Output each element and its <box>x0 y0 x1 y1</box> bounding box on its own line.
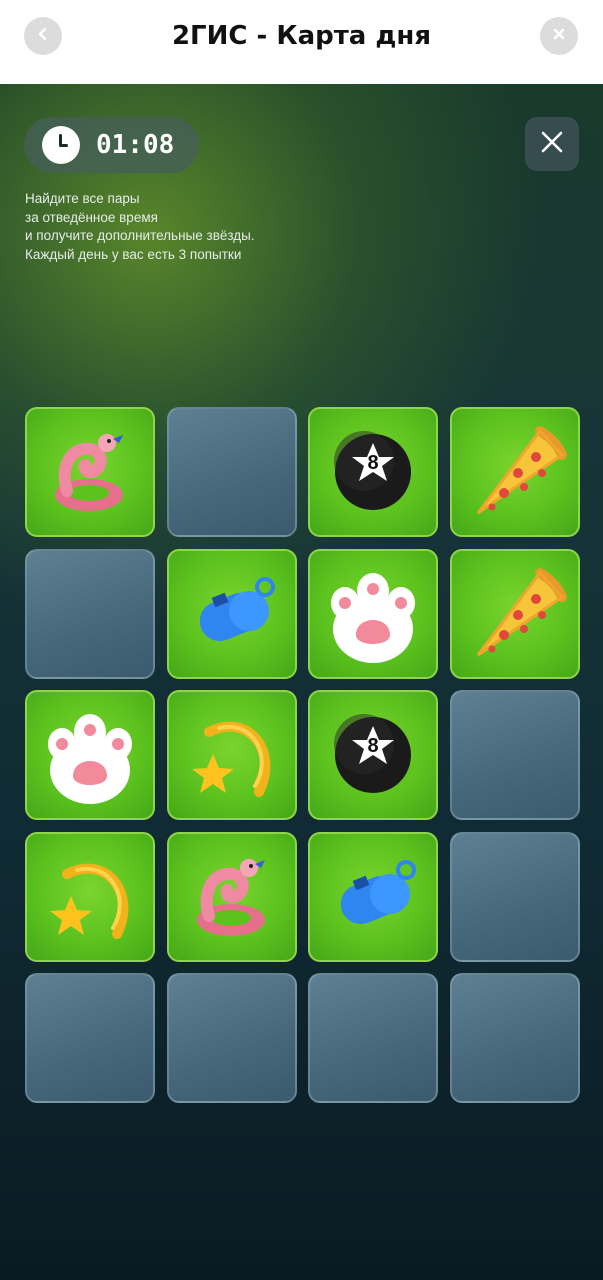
card-shooting-star[interactable] <box>166 690 297 820</box>
instruction-line: за отведённое время <box>25 209 158 225</box>
card-whistle[interactable] <box>166 548 297 679</box>
card-paw[interactable] <box>25 690 155 820</box>
timer-badge: 01:08 <box>24 117 199 173</box>
card-pizza-slice[interactable] <box>449 407 580 537</box>
game-close-button[interactable] <box>525 117 579 171</box>
close-button[interactable] <box>540 17 578 55</box>
card-hidden[interactable] <box>449 831 580 962</box>
card-shooting-star[interactable] <box>25 831 155 962</box>
card-flamingo-float[interactable] <box>25 407 155 537</box>
clock-icon <box>42 126 80 164</box>
card-hidden[interactable] <box>166 973 297 1103</box>
instruction-line: Каждый день у вас есть 3 попытки <box>25 246 242 262</box>
card-hidden[interactable] <box>25 548 155 679</box>
instruction-line: Найдите все пары <box>25 191 140 206</box>
card-hidden[interactable] <box>25 973 155 1103</box>
svg-text:8: 8 <box>367 452 378 474</box>
app-header: 2ГИС - Карта дня <box>0 0 603 84</box>
close-icon <box>538 128 566 160</box>
card-flamingo-float[interactable] <box>166 831 297 962</box>
close-icon <box>551 26 567 46</box>
card-billiard-ball-8[interactable]: 8 <box>308 690 438 820</box>
instructions: Найдите все пары за отведённое время и п… <box>25 190 425 264</box>
card-hidden[interactable] <box>449 973 580 1103</box>
game-area: 01:08 Найдите все пары за отведённое вре… <box>0 84 603 1280</box>
card-billiard-ball-8[interactable]: 8 <box>308 407 438 537</box>
page-title: 2ГИС - Карта дня <box>171 21 432 51</box>
timer-value: 01:08 <box>96 130 175 160</box>
instruction-line: и получите дополнительные звёзды. <box>25 228 255 243</box>
card-hidden[interactable] <box>166 407 297 537</box>
card-pizza-slice[interactable] <box>449 548 580 679</box>
card-whistle[interactable] <box>308 831 438 962</box>
svg-text:8: 8 <box>367 735 378 757</box>
card-hidden[interactable] <box>449 690 580 820</box>
card-hidden[interactable] <box>308 973 438 1103</box>
card-paw[interactable] <box>308 548 438 679</box>
